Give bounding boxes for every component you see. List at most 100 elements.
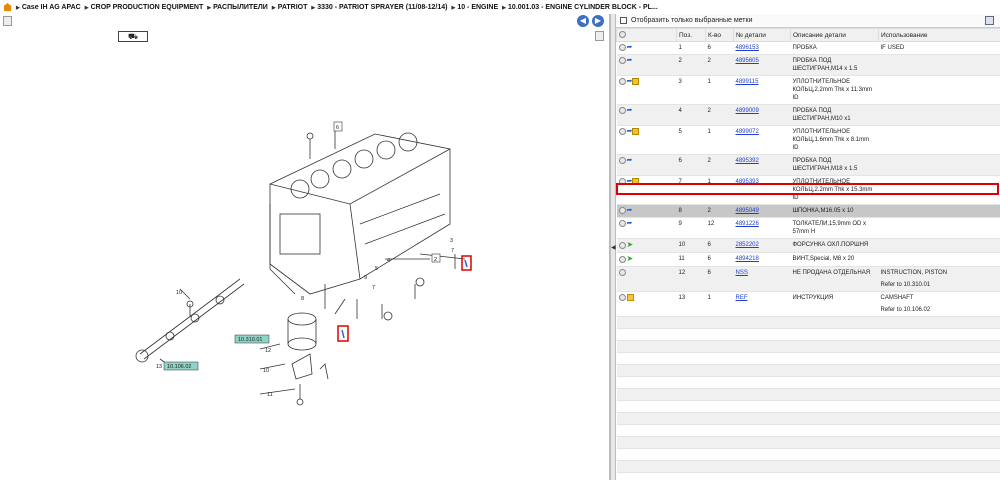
add-icon[interactable] xyxy=(618,44,626,51)
replace-arrow-icon[interactable]: ➦ xyxy=(627,107,633,114)
part-link[interactable]: 2852202 xyxy=(736,242,759,248)
filter-label: Отобразить только выбранные метки xyxy=(631,17,753,24)
kit-box-icon[interactable] xyxy=(632,128,640,136)
col-use[interactable]: Использование xyxy=(878,28,1000,42)
table-row[interactable]: ➦ 4 2 4899009 ПРОБКА ПОД ШЕСТИГРАН,M10 x1 xyxy=(616,104,1000,127)
cell-use xyxy=(878,217,1000,240)
add-icon[interactable] xyxy=(618,57,626,65)
kit-box-icon[interactable] xyxy=(632,178,640,186)
table-row[interactable]: ➦ 5 1 4899072 УПЛОТНИТЕЛЬНОЕ КОЛЬЦ,1.6mm Thk… xyxy=(616,125,1000,156)
breadcrumb-item[interactable]: РАСПЫЛИТЕЛИ xyxy=(207,4,268,11)
breadcrumb-item[interactable]: PATRIOT xyxy=(272,4,308,11)
table-row[interactable]: ➦ 8 2 4895049 ШПОНКА,M16.05 x 10 xyxy=(616,204,1000,219)
table-row[interactable]: ➦ 2 2 4895605 ПРОБКА ПОД ШЕСТИГРАН,M14 x 1.5 xyxy=(616,54,1000,77)
part-link[interactable]: NSS xyxy=(736,270,748,276)
cell-pos: 5 xyxy=(676,125,706,156)
cell-pos: 12 xyxy=(676,266,706,293)
add-icon[interactable] xyxy=(618,107,626,115)
add-icon[interactable] xyxy=(618,294,626,302)
breadcrumb-item[interactable]: 3330 - PATRIOT SPRAYER (11/08-12/14) xyxy=(311,4,447,11)
breadcrumb-item[interactable]: 10.001.03 - ENGINE CYLINDER BLOCK - PL..… xyxy=(502,4,658,11)
part-link[interactable]: 4891226 xyxy=(736,221,759,227)
replace-arrow-icon[interactable]: ➦ xyxy=(627,207,633,214)
green-arrow-icon[interactable]: ➤ xyxy=(627,254,634,263)
print-icon[interactable] xyxy=(3,16,12,26)
row-actions: ➤ xyxy=(616,238,677,254)
replace-arrow-icon[interactable]: ➦ xyxy=(627,44,633,51)
col-qty[interactable]: К-во xyxy=(705,28,734,42)
cell-desc: ШПОНКА,M16.05 x 10 xyxy=(790,204,879,219)
table-row[interactable]: ➤ 10 6 2852202 ФОРСУНКА ОХЛ.ПОРШНЯ xyxy=(616,238,1000,254)
col-desc[interactable]: Описание детали xyxy=(790,28,879,42)
cell-part[interactable]: 4899009 xyxy=(733,104,791,127)
filter-icon[interactable] xyxy=(985,16,994,25)
truck-icon[interactable]: ⛟ xyxy=(118,31,148,42)
col-pos[interactable]: Поз. xyxy=(676,28,706,42)
part-link[interactable]: 4896153 xyxy=(736,45,759,51)
prev-icon[interactable]: ◀ xyxy=(577,15,589,27)
table-row[interactable]: 13 1 REF ИНСТРУКЦИЯ CAMSHAFT Refer to 10.106.… xyxy=(616,291,1000,318)
cell-part[interactable]: 4895392 xyxy=(733,154,791,177)
next-icon[interactable]: ▶ xyxy=(592,15,604,27)
cell-part[interactable]: 4895605 xyxy=(733,54,791,77)
table-row[interactable]: ➦ 1 6 4896153 ПРОБКА IF USED xyxy=(616,41,1000,56)
empty-row xyxy=(616,436,1000,450)
table-row[interactable]: ➦ 9 12 4891226 ТОЛКАТЕЛИ,15.9mm OD x 57mm H xyxy=(616,217,1000,240)
cell-desc: ТОЛКАТЕЛИ,15.9mm OD x 57mm H xyxy=(790,217,879,240)
settings-icon[interactable] xyxy=(619,31,626,39)
cell-part[interactable]: NSS xyxy=(733,266,791,293)
replace-arrow-icon[interactable]: ➦ xyxy=(627,57,633,64)
home-icon[interactable] xyxy=(3,3,12,11)
table-row[interactable]: 12 6 NSS НЕ ПРОДАНА ОТДЕЛЬНАЯ INSTRUCTION, P… xyxy=(616,266,1000,293)
table-row[interactable]: ➦ 3 1 4899115 УПЛОТНИТЕЛЬНОЕ КОЛЬЦ,2.2mm Thk… xyxy=(616,75,1000,106)
part-link[interactable]: 4899009 xyxy=(736,108,759,114)
cell-part[interactable]: 4895049 xyxy=(733,204,791,219)
breadcrumb-item[interactable]: 10 - ENGINE xyxy=(451,4,498,11)
use-text: INSTRUCTION, PISTON xyxy=(880,270,948,277)
kit-box-icon[interactable] xyxy=(632,78,640,86)
add-icon[interactable] xyxy=(618,256,626,264)
part-link[interactable]: 4895393 xyxy=(736,179,759,185)
cell-part[interactable]: REF xyxy=(733,291,791,318)
filter-checkbox[interactable] xyxy=(620,17,627,24)
cell-part[interactable]: 4899072 xyxy=(733,125,791,156)
cell-part[interactable]: 4896153 xyxy=(733,41,791,56)
part-link[interactable]: REF xyxy=(736,295,748,301)
replace-arrow-icon[interactable]: ➦ xyxy=(627,220,633,227)
breadcrumb-item[interactable]: CROP PRODUCTION EQUIPMENT xyxy=(85,4,204,11)
breadcrumb-item[interactable]: Case IH AG APAC xyxy=(16,4,81,11)
folder-icon[interactable] xyxy=(626,294,634,302)
row-actions: ➦ xyxy=(616,75,677,106)
collapse-icon[interactable]: ◀ xyxy=(611,244,616,251)
part-link[interactable]: 4899072 xyxy=(736,129,759,135)
table-row[interactable]: ➦ 7 1 4895393 УПЛОТНИТЕЛЬНОЕ КОЛЬЦ,2.2mm Thk… xyxy=(616,175,1000,206)
replace-arrow-icon[interactable]: ➦ xyxy=(627,157,633,164)
table-row[interactable]: ➦ 6 2 4895392 ПРОБКА ПОД ШЕСТИГРАН,M18 x 1.5 xyxy=(616,154,1000,177)
part-link[interactable]: 4895605 xyxy=(736,58,759,64)
cell-part[interactable]: 4894218 xyxy=(733,252,791,268)
cell-part[interactable]: 4899115 xyxy=(733,75,791,106)
table-row[interactable]: ➤ 11 6 4894218 ВИНТ,Special, M8 x 20 xyxy=(616,252,1000,268)
empty-row xyxy=(616,352,1000,366)
cell-part[interactable]: 4895393 xyxy=(733,175,791,206)
fit-icon[interactable] xyxy=(595,31,604,41)
part-link[interactable]: 4895049 xyxy=(736,208,759,214)
add-icon[interactable] xyxy=(618,242,626,250)
col-part[interactable]: № детали xyxy=(733,28,791,42)
part-link[interactable]: 4899115 xyxy=(736,79,759,85)
diagram-toolbar: ◀ ▶ xyxy=(0,14,610,41)
add-icon[interactable] xyxy=(618,207,626,215)
add-icon[interactable] xyxy=(618,128,626,136)
add-icon[interactable] xyxy=(618,220,626,228)
cell-part[interactable]: 4891226 xyxy=(733,217,791,240)
add-icon[interactable] xyxy=(618,178,626,186)
add-icon[interactable] xyxy=(618,78,626,86)
callout-ref: 10.310.01 xyxy=(238,337,262,343)
green-arrow-icon[interactable]: ➤ xyxy=(627,240,634,249)
part-link[interactable]: 4894218 xyxy=(736,256,759,262)
cell-part[interactable]: 2852202 xyxy=(733,238,791,254)
empty-row xyxy=(616,328,1000,342)
add-icon[interactable] xyxy=(618,157,626,165)
add-icon[interactable] xyxy=(618,269,626,277)
part-link[interactable]: 4895392 xyxy=(736,158,759,164)
